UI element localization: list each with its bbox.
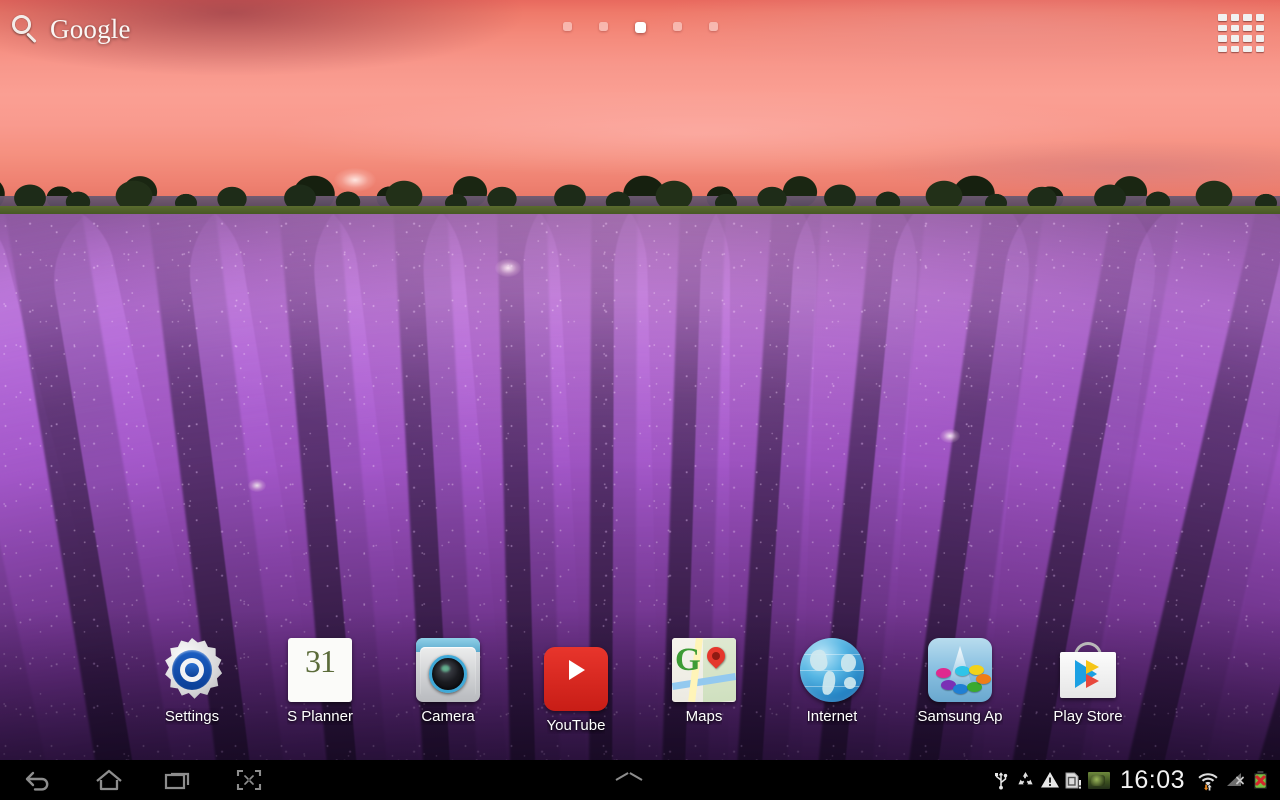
play-store-icon [1056, 638, 1120, 702]
screen-capture-icon [235, 768, 263, 792]
dock-app-label: Samsung Ap [917, 708, 1002, 725]
apps-grid-cell [1243, 14, 1252, 21]
youtube-icon [544, 647, 608, 711]
apps-grid-cell [1256, 46, 1265, 53]
dock: Settings 31 S Planner Camera YouTube G Maps Int… [0, 638, 1280, 748]
home-screen: Google Settings31S PlannerCameraYouTubeG… [0, 0, 1280, 800]
apps-grid-cell [1256, 25, 1265, 32]
dock-app-youtube[interactable]: YouTube [512, 638, 640, 734]
status-bar[interactable]: 16:03 [992, 766, 1280, 795]
battery-error-icon [1251, 770, 1270, 790]
usb-icon [992, 770, 1010, 790]
navigation-bar: 16:03 [0, 760, 1280, 800]
dock-app-label: S Planner [287, 708, 353, 725]
wifi-transfer-icon [1197, 770, 1219, 790]
apps-grid-cell [1243, 25, 1252, 32]
apps-grid-cell [1218, 35, 1227, 42]
dock-app-play-store[interactable]: Play Store [1024, 638, 1152, 725]
nav-buttons [0, 765, 266, 795]
recent-apps-button[interactable] [162, 765, 196, 795]
back-button[interactable] [22, 765, 56, 795]
back-arrow-icon [25, 769, 53, 791]
page-dot[interactable] [673, 22, 682, 31]
screenshot-button[interactable] [232, 765, 266, 795]
maps-icon: G [672, 638, 736, 702]
globe-icon [800, 638, 864, 702]
dock-app-settings[interactable]: Settings [128, 638, 256, 725]
apps-grid-cell [1218, 46, 1227, 53]
dock-app-label: Maps [686, 708, 723, 725]
page-dot[interactable] [563, 22, 572, 31]
apps-grid-cell [1231, 14, 1240, 21]
apps-grid-cell [1256, 14, 1265, 21]
dock-app-samsung-ap[interactable]: Samsung Ap [896, 638, 1024, 725]
dock-app-label: Internet [807, 708, 858, 725]
chevron-up-icon [616, 773, 642, 787]
dock-app-maps[interactable]: G Maps [640, 638, 768, 725]
calendar-icon: 31 [288, 638, 352, 702]
apps-grid-cell [1243, 46, 1252, 53]
page-dot-active[interactable] [635, 22, 646, 33]
screenshot-thumbnail [1088, 772, 1110, 789]
page-dot[interactable] [599, 22, 608, 31]
apps-grid-cell [1231, 46, 1240, 53]
recycle-icon [1016, 770, 1034, 790]
dock-app-internet[interactable]: Internet [768, 638, 896, 725]
apps-grid-cell [1256, 35, 1265, 42]
warning-icon [1040, 770, 1058, 790]
dock-app-label: YouTube [547, 717, 606, 734]
apps-grid-icon[interactable] [1214, 10, 1268, 56]
apps-grid-cell [1231, 25, 1240, 32]
recent-apps-icon [164, 768, 194, 792]
page-dot[interactable] [709, 22, 718, 31]
apps-grid-cell [1231, 35, 1240, 42]
signal-off-icon [1225, 770, 1245, 790]
sd-card-warning-icon [1064, 770, 1082, 790]
dock-app-label: Camera [421, 708, 474, 725]
camera-icon [416, 638, 480, 702]
dock-app-s-planner[interactable]: 31 S Planner [256, 638, 384, 725]
home-button[interactable] [92, 765, 126, 795]
samsung-apps-icon [928, 638, 992, 702]
apps-grid-cell [1218, 14, 1227, 21]
dock-app-camera[interactable]: Camera [384, 638, 512, 725]
dock-app-label: Play Store [1053, 708, 1122, 725]
apps-grid-cell [1243, 35, 1252, 42]
settings-gear-icon [160, 638, 224, 702]
tray-handle[interactable] [266, 773, 992, 787]
home-icon [94, 768, 124, 792]
page-indicator [0, 22, 1280, 33]
dock-app-label: Settings [165, 708, 219, 725]
apps-grid-cell [1218, 25, 1227, 32]
status-clock: 16:03 [1120, 766, 1185, 795]
